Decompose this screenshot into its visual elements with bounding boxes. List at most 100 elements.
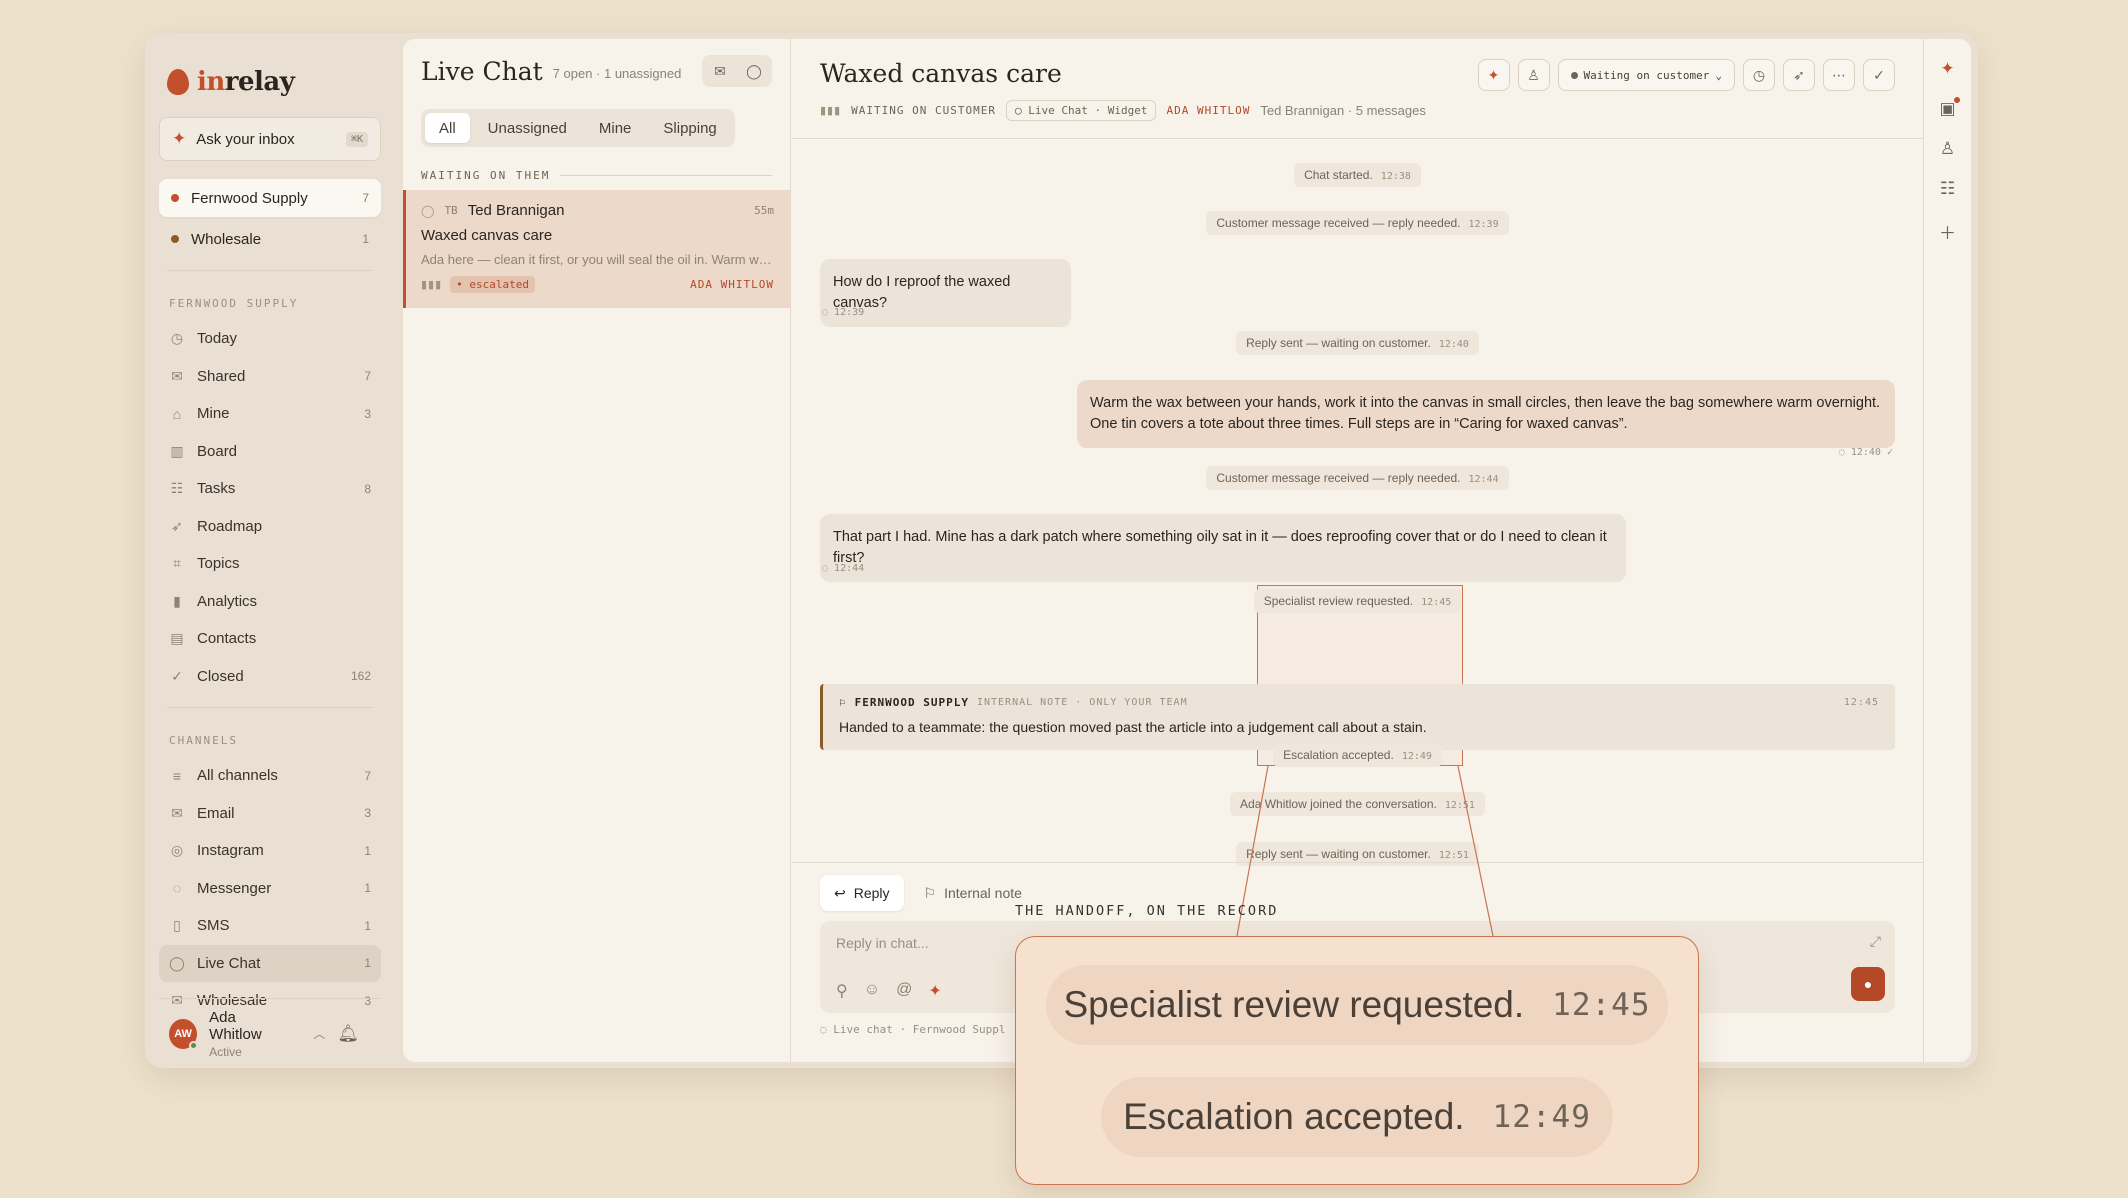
- message-feed: Chat started. 12:38 Customer message rece…: [792, 139, 1923, 907]
- sparkle-icon[interactable]: ✦: [1940, 59, 1954, 79]
- nav-item-closed[interactable]: ✓ Closed 162: [159, 658, 381, 696]
- ask-inbox-button[interactable]: ✦ Ask your inbox ⌘K: [159, 117, 381, 161]
- brand-name: inrelay: [197, 67, 295, 97]
- nav-item-shared[interactable]: ✉ Shared 7: [159, 358, 381, 396]
- microphone-button[interactable]: ●: [1851, 967, 1885, 1001]
- nav-count: 3: [364, 406, 371, 421]
- channel-label: Email: [197, 804, 235, 822]
- bell-icon[interactable]: 🔔︎: [337, 1024, 359, 1044]
- event-chat-started: Chat started. 12:38: [792, 163, 1923, 187]
- channel-instagram[interactable]: ◎ Instagram 1: [159, 832, 381, 870]
- nav-item-topics[interactable]: ⌗ Topics: [159, 545, 381, 583]
- channel-all[interactable]: ≡ All channels 7: [159, 757, 381, 795]
- channel-pill: ◯ Live Chat · Widget: [1006, 100, 1157, 121]
- channel-count: 3: [364, 806, 371, 821]
- workspace-wholesale[interactable]: Wholesale 1: [159, 220, 381, 258]
- attach-icon[interactable]: ⚲: [836, 981, 848, 1001]
- workspace-label: Fernwood Supply: [191, 189, 308, 207]
- main-nav: ◷ Today ✉ Shared 7 ⌂ Mine 3 ▥ Board ☷ Tasks 8 ➶ R…: [159, 320, 381, 695]
- emoji-icon[interactable]: ☺: [864, 981, 880, 1001]
- workspace-count: 1: [362, 232, 369, 246]
- snooze-button[interactable]: ◷: [1743, 59, 1775, 91]
- assign-user-button[interactable]: ♙: [1517, 59, 1550, 91]
- message-time: ◌ 12:39: [822, 307, 865, 318]
- nav-item-board[interactable]: ▥ Board: [159, 433, 381, 471]
- rocket-button[interactable]: ➶: [1783, 59, 1815, 91]
- mail-icon: ✉: [171, 804, 183, 821]
- channel-email[interactable]: ✉ Email 3: [159, 795, 381, 833]
- tab-mine[interactable]: Mine: [585, 113, 646, 143]
- nav-label: Closed: [197, 667, 244, 685]
- calendar-icon[interactable]: ▣: [1939, 97, 1960, 119]
- add-icon[interactable]: ＋: [1939, 219, 1956, 244]
- workspace-list: Fernwood Supply 7 Wholesale 1: [159, 179, 381, 258]
- tab-slipping[interactable]: Slipping: [649, 113, 730, 143]
- filter-tabs: All Unassigned Mine Slipping: [421, 109, 735, 147]
- contacts-icon: ▤: [170, 630, 184, 647]
- list-subtitle: 7 open · 1 unassigned: [552, 65, 682, 81]
- list-item[interactable]: ◯ TB Ted Brannigan 55m Waxed canvas care…: [403, 190, 790, 308]
- clock-icon: ◷: [170, 330, 184, 347]
- workspace-fernwood-supply[interactable]: Fernwood Supply 7: [159, 179, 381, 217]
- instagram-icon: ◎: [170, 842, 184, 859]
- conversation-age: 55m: [754, 204, 774, 217]
- nav-label: Board: [197, 442, 238, 460]
- ask-inbox-label: Ask your inbox: [196, 130, 295, 148]
- channel-live-chat[interactable]: ◯ Live Chat 1: [159, 944, 381, 982]
- sidebar: inrelay ✦ Ask your inbox ⌘K Fernwood Sup…: [145, 33, 393, 1068]
- note-tag: INTERNAL NOTE · ONLY YOUR TEAM: [976, 697, 1188, 708]
- channel-messenger[interactable]: ◌ Messenger 1: [159, 870, 381, 908]
- user-inbox-icon: ⌂: [172, 405, 182, 422]
- more-button[interactable]: ⋯: [1823, 59, 1855, 91]
- expand-icon[interactable]: ⤢: [1870, 933, 1881, 950]
- nav-label: Roadmap: [197, 517, 263, 535]
- status-dropdown[interactable]: Waiting on customer ⌄: [1557, 59, 1735, 91]
- conversation-pane: Waxed canvas care ▮▮▮ WAITING ON CUSTOME…: [792, 39, 1923, 1062]
- nav-item-mine[interactable]: ⌂ Mine 3: [159, 395, 381, 433]
- message-time: ◌ 12:40 ✓: [1838, 447, 1893, 458]
- nav-item-roadmap[interactable]: ➶ Roadmap: [159, 508, 381, 546]
- compose-email-icon[interactable]: ✉: [705, 58, 735, 84]
- nav-item-today[interactable]: ◷ Today: [159, 320, 381, 358]
- nav-count: 8: [364, 481, 371, 496]
- board-icon: ▥: [170, 442, 184, 459]
- event-escalation-accepted: Escalation accepted. 12:49: [792, 743, 1923, 767]
- tab-unassigned[interactable]: Unassigned: [474, 113, 581, 143]
- contact-icon[interactable]: ♙: [1940, 139, 1955, 159]
- note-team: FERNWOOD SUPPLY: [854, 696, 969, 709]
- conversation-list-pane: Live Chat 7 open · 1 unassigned ✉ ◯ All …: [403, 39, 791, 1062]
- tab-reply[interactable]: ↩ Reply: [820, 875, 904, 911]
- list-header: Live Chat 7 open · 1 unassigned ✉ ◯: [403, 39, 790, 103]
- nav-item-contacts[interactable]: ▤ Contacts: [159, 620, 381, 658]
- divider: [167, 270, 373, 271]
- new-chat-icon[interactable]: ◯: [739, 58, 769, 84]
- channel-count: 1: [364, 956, 371, 971]
- channel-sms[interactable]: ▯ SMS 1: [159, 907, 381, 945]
- resolve-button[interactable]: ✓: [1863, 59, 1895, 91]
- nav-item-tasks[interactable]: ☷ Tasks 8: [159, 470, 381, 508]
- conversation-header: Waxed canvas care ▮▮▮ WAITING ON CUSTOME…: [792, 39, 1923, 139]
- agent-message: Warm the wax between your hands, work it…: [1077, 380, 1895, 448]
- internal-note: ⚐ FERNWOOD SUPPLY INTERNAL NOTE · ONLY Y…: [820, 684, 1895, 750]
- rocket-icon: ➶: [171, 517, 183, 534]
- nav-label: Shared: [197, 367, 246, 385]
- nav-count: 162: [350, 669, 371, 684]
- tab-all[interactable]: All: [425, 113, 470, 143]
- tasks-icon: ☷: [170, 480, 184, 497]
- zoom-event-review: Specialist review requested. 12:45: [1046, 965, 1668, 1045]
- chart-icon: ▮: [173, 592, 181, 609]
- contact-initials: TB: [444, 204, 458, 217]
- event-message-received: Customer message received — reply needed…: [792, 466, 1923, 490]
- ai-assist-button[interactable]: ✦: [1477, 59, 1510, 91]
- user-info: Ada Whitlow Active: [209, 1009, 287, 1059]
- user-menu[interactable]: AW Ada Whitlow Active ︿ 🔔︎: [159, 998, 381, 1068]
- conversation-toolbar: ✦ ♙ Waiting on customer ⌄ ◷ ➶ ⋯ ✓: [1477, 59, 1895, 91]
- mention-icon[interactable]: @: [896, 981, 912, 1001]
- nav-label: Contacts: [197, 630, 257, 648]
- event-specialist-review: Specialist review requested. 12:45: [792, 589, 1923, 613]
- nav-item-analytics[interactable]: ▮ Analytics: [159, 583, 381, 621]
- chevron-up-icon[interactable]: ︿: [313, 1025, 325, 1042]
- sparkle-icon[interactable]: ✦: [928, 981, 941, 1001]
- checklist-icon[interactable]: ☷: [1940, 179, 1955, 199]
- assignee-label: ADA WHITLOW: [1166, 104, 1251, 117]
